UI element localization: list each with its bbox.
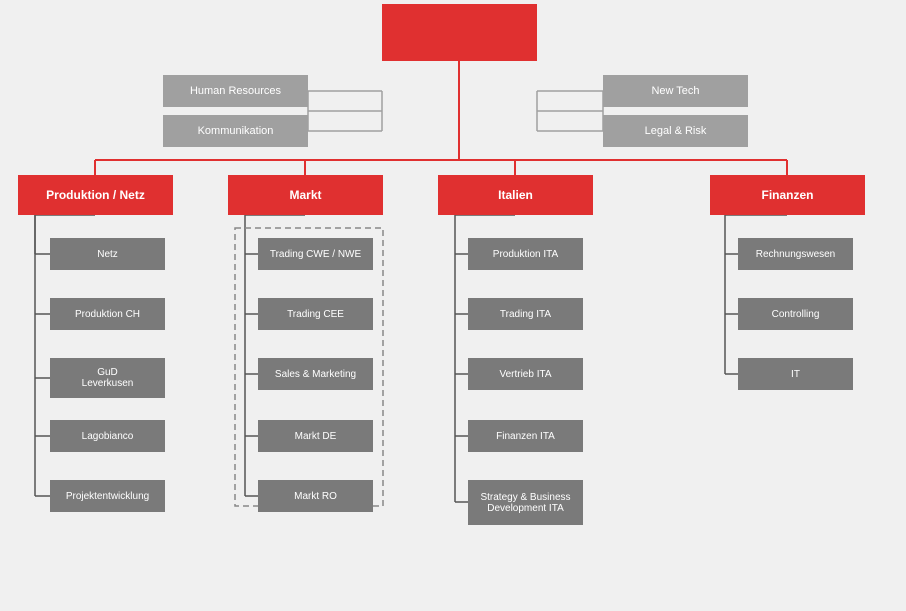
division-header-0: Produktion / Netz <box>18 175 173 215</box>
sub-box-13: Finanzen ITA <box>468 420 583 452</box>
sub-box-3: Lagobianco <box>50 420 165 452</box>
staff-box-0: Human Resources <box>163 75 308 107</box>
sub-box-14: Strategy & Business Development ITA <box>468 480 583 525</box>
sub-box-9: Markt RO <box>258 480 373 512</box>
sub-box-0: Netz <box>50 238 165 270</box>
sub-box-10: Produktion ITA <box>468 238 583 270</box>
sub-box-17: IT <box>738 358 853 390</box>
sub-box-1: Produktion CH <box>50 298 165 330</box>
division-header-1: Markt <box>228 175 383 215</box>
sub-box-2: GuD Leverkusen <box>50 358 165 398</box>
ceo-box <box>382 4 537 61</box>
staff-box-3: Legal & Risk <box>603 115 748 147</box>
sub-box-8: Markt DE <box>258 420 373 452</box>
staff-box-2: New Tech <box>603 75 748 107</box>
sub-box-16: Controlling <box>738 298 853 330</box>
sub-box-7: Sales & Marketing <box>258 358 373 390</box>
sub-box-6: Trading CEE <box>258 298 373 330</box>
sub-box-15: Rechnungswesen <box>738 238 853 270</box>
staff-box-1: Kommunikation <box>163 115 308 147</box>
sub-box-11: Trading ITA <box>468 298 583 330</box>
sub-box-5: Trading CWE / NWE <box>258 238 373 270</box>
division-header-2: Italien <box>438 175 593 215</box>
sub-box-12: Vertrieb ITA <box>468 358 583 390</box>
sub-box-4: Projektentwicklung <box>50 480 165 512</box>
division-header-3: Finanzen <box>710 175 865 215</box>
